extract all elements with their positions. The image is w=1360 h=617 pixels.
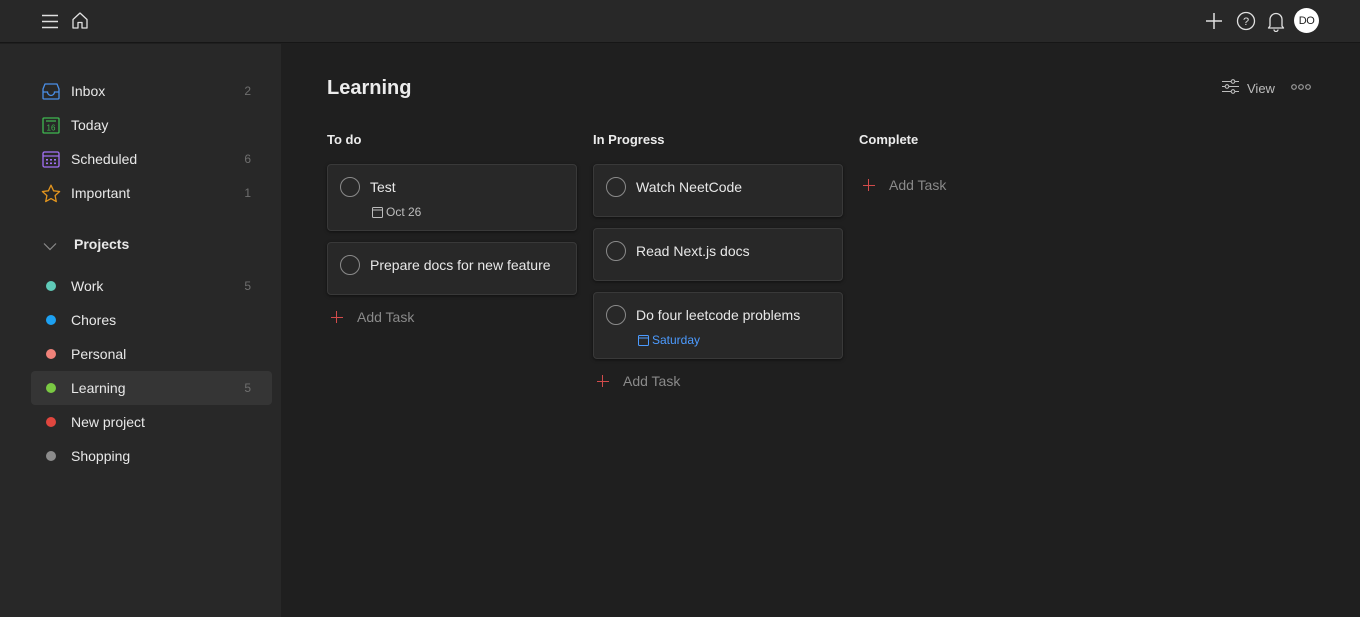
project-color-dot-icon: [41, 446, 61, 466]
star-icon: [41, 183, 61, 203]
sidebar-item-label: Inbox: [71, 83, 106, 99]
sidebar-item-count: 6: [244, 152, 251, 166]
project-color-dot-icon: [41, 310, 61, 330]
inbox-tray-icon: [41, 81, 61, 101]
task-card[interactable]: Read Next.js docs: [593, 228, 843, 281]
main-content: Learning View To do Test Oct 26 Prepare …: [281, 44, 1360, 617]
plus-icon: [331, 311, 343, 323]
sidebar-item-scheduled[interactable]: Scheduled 6: [31, 142, 272, 176]
project-label: Chores: [71, 312, 117, 328]
board-column-in-progress: In Progress Watch NeetCode Read Next.js …: [593, 130, 843, 392]
projects-section-toggle[interactable]: Projects: [31, 232, 272, 256]
task-complete-checkbox[interactable]: [606, 305, 626, 325]
task-card[interactable]: Prepare docs for new feature: [327, 242, 577, 295]
chevron-down-icon: [43, 238, 57, 256]
task-card[interactable]: Test Oct 26: [327, 164, 577, 231]
sidebar-item-count: 1: [244, 186, 251, 200]
due-date-text: Saturday: [652, 333, 701, 347]
project-label: Work: [71, 278, 104, 294]
add-task-label: Add Task: [623, 373, 681, 389]
view-options-button[interactable]: View: [1222, 78, 1275, 98]
user-avatar[interactable]: DO: [1294, 8, 1319, 33]
svg-text:16: 16: [47, 123, 56, 132]
add-task-button[interactable]: Add Task: [593, 370, 843, 392]
calendar-icon: [638, 334, 649, 346]
board-column-complete: Complete Add Task: [859, 130, 1109, 196]
task-title: Read Next.js docs: [636, 243, 750, 259]
add-task-label: Add Task: [889, 177, 947, 193]
project-label: Shopping: [71, 448, 131, 464]
add-plus-icon[interactable]: [1204, 11, 1224, 31]
task-complete-checkbox[interactable]: [340, 177, 360, 197]
task-title: Test: [370, 179, 396, 195]
avatar-initials: DO: [1294, 8, 1319, 33]
more-horizontal-icon: [1291, 78, 1311, 96]
task-title: Do four leetcode problems: [636, 307, 801, 323]
sidebar-item-count: 2: [244, 84, 251, 98]
task-due-date: Oct 26: [372, 205, 421, 219]
home-icon[interactable]: [70, 10, 90, 30]
sidebar-project-chores[interactable]: Chores: [31, 303, 272, 337]
sidebar-item-label: Scheduled: [71, 151, 138, 167]
sidebar-item-inbox[interactable]: Inbox 2: [31, 74, 272, 108]
top-bar: ? DO: [0, 0, 1360, 43]
calendar-icon: [372, 206, 383, 218]
column-title: Complete: [859, 132, 919, 147]
project-label: Learning: [71, 380, 126, 396]
task-due-date: Saturday: [638, 333, 700, 347]
project-label: Personal: [71, 346, 127, 362]
sliders-icon: [1222, 79, 1239, 97]
add-task-label: Add Task: [357, 309, 415, 325]
sidebar-item-label: Important: [71, 185, 131, 201]
plus-icon: [863, 179, 875, 191]
add-task-button[interactable]: Add Task: [859, 174, 1109, 196]
sidebar-project-learning[interactable]: Learning 5: [31, 371, 272, 405]
project-color-dot-icon: [41, 276, 61, 296]
calendar-grid-icon: [41, 149, 61, 169]
hamburger-menu-icon[interactable]: [40, 12, 60, 30]
task-title: Prepare docs for new feature: [370, 257, 551, 273]
help-question-icon[interactable]: ?: [1236, 11, 1256, 31]
sidebar-project-personal[interactable]: Personal: [31, 337, 272, 371]
column-title: In Progress: [593, 132, 665, 147]
task-title: Watch NeetCode: [636, 179, 743, 195]
add-task-button[interactable]: Add Task: [327, 306, 577, 328]
sidebar: Inbox 2 16 Today Scheduled 6 Important 1…: [0, 44, 281, 617]
project-count: 5: [244, 279, 251, 293]
task-complete-checkbox[interactable]: [340, 255, 360, 275]
svg-text:?: ?: [1243, 16, 1249, 28]
task-complete-checkbox[interactable]: [606, 177, 626, 197]
project-count: 5: [244, 381, 251, 395]
task-card[interactable]: Do four leetcode problems Saturday: [593, 292, 843, 359]
bell-notifications-icon[interactable]: [1266, 10, 1286, 32]
projects-header-label: Projects: [74, 236, 130, 252]
calendar-16-icon: 16: [41, 115, 61, 135]
project-color-dot-icon: [41, 412, 61, 432]
sidebar-item-label: Today: [71, 117, 109, 133]
sidebar-project-work[interactable]: Work 5: [31, 269, 272, 303]
column-title: To do: [327, 132, 362, 147]
plus-icon: [597, 375, 609, 387]
sidebar-item-important[interactable]: Important 1: [31, 176, 272, 210]
project-label: New project: [71, 414, 145, 430]
sidebar-project-new-project[interactable]: New project: [31, 405, 272, 439]
sidebar-project-shopping[interactable]: Shopping: [31, 439, 272, 473]
task-card[interactable]: Watch NeetCode: [593, 164, 843, 217]
page-title: Learning: [327, 77, 412, 99]
due-date-text: Oct 26: [386, 205, 422, 219]
project-color-dot-icon: [41, 378, 61, 398]
sidebar-item-today[interactable]: 16 Today: [31, 108, 272, 142]
board-column-todo: To do Test Oct 26 Prepare docs for new f…: [327, 130, 577, 328]
view-label: View: [1247, 80, 1275, 96]
task-complete-checkbox[interactable]: [606, 241, 626, 261]
project-color-dot-icon: [41, 344, 61, 364]
more-options-button[interactable]: [1290, 78, 1312, 96]
